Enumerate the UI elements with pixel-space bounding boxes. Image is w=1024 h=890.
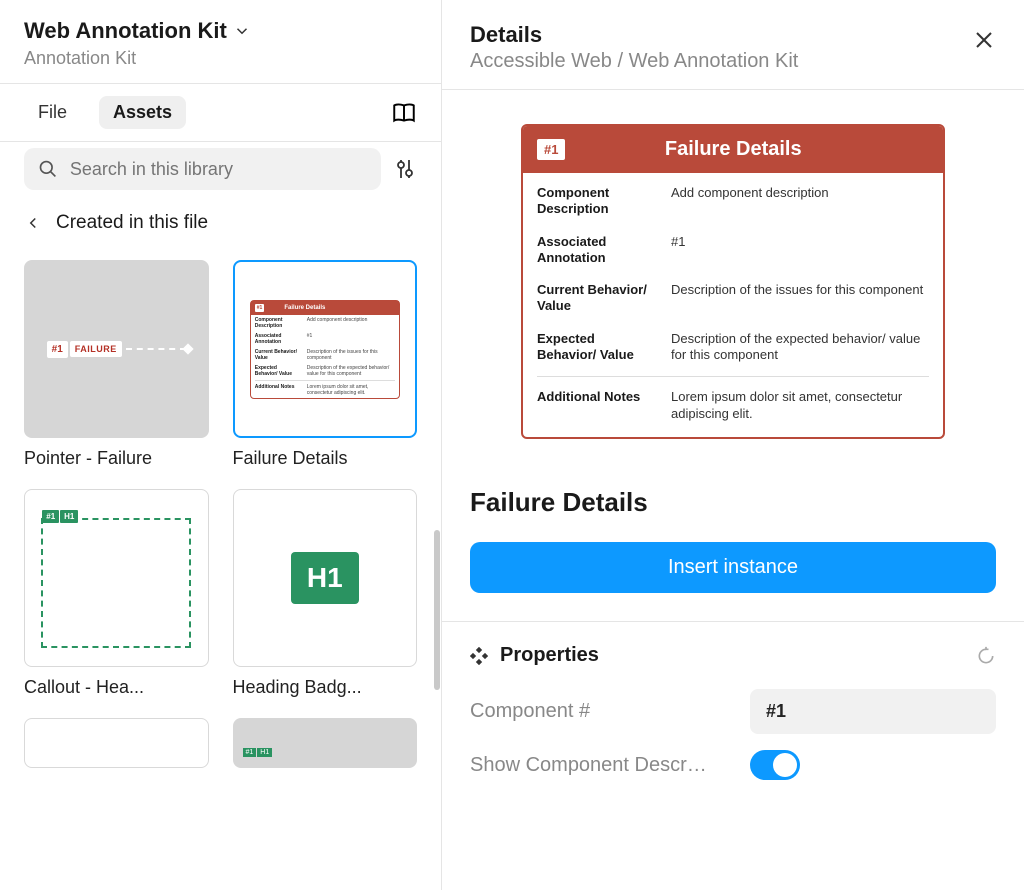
insert-instance-button[interactable]: Insert instance bbox=[470, 542, 996, 593]
prop-input-component-num[interactable] bbox=[750, 689, 996, 734]
breadcrumb: Accessible Web / Web Annotation Kit bbox=[470, 50, 960, 73]
asset-label: Callout - Hea... bbox=[24, 677, 209, 698]
filter-icon[interactable] bbox=[393, 157, 417, 181]
component-preview: #1 Failure Details Component Description… bbox=[442, 90, 1024, 469]
asset-thumbnail bbox=[24, 718, 209, 768]
tab-file[interactable]: File bbox=[24, 96, 81, 129]
asset-failure-details[interactable]: #1Failure Details Component DescriptionA… bbox=[233, 260, 418, 469]
search-input[interactable] bbox=[70, 159, 367, 180]
prop-toggle-show-desc[interactable] bbox=[750, 750, 800, 780]
search-icon bbox=[38, 158, 58, 180]
preview-badge-num: #1 bbox=[537, 139, 565, 160]
component-name: Failure Details bbox=[442, 469, 1024, 542]
properties-icon bbox=[470, 647, 488, 665]
section-back[interactable]: Created in this file bbox=[0, 198, 441, 242]
library-switcher[interactable]: Web Annotation Kit bbox=[24, 18, 417, 44]
library-title: Web Annotation Kit bbox=[24, 18, 227, 44]
prop-label-show-desc: Show Component Descr… bbox=[470, 754, 734, 777]
asset-label: Heading Badg... bbox=[233, 677, 418, 698]
section-title: Created in this file bbox=[56, 212, 208, 234]
properties-title: Properties bbox=[500, 644, 964, 667]
asset-thumbnail: #1 H1 bbox=[24, 489, 209, 667]
close-icon[interactable] bbox=[972, 28, 996, 52]
prop-label-component-num: Component # bbox=[470, 700, 734, 723]
chevron-left-icon bbox=[24, 214, 42, 232]
asset-callout-heading[interactable]: #1 H1 Callout - Hea... bbox=[24, 489, 209, 698]
asset-thumbnail: #1Failure Details Component DescriptionA… bbox=[233, 260, 418, 438]
library-book-icon[interactable] bbox=[391, 100, 417, 126]
chevron-down-icon bbox=[233, 22, 251, 40]
asset-peek-1[interactable] bbox=[24, 718, 209, 768]
asset-label: Failure Details bbox=[233, 448, 418, 469]
asset-peek-2[interactable]: #1 H1 bbox=[233, 718, 418, 768]
asset-thumbnail: #1 FAILURE bbox=[24, 260, 209, 438]
search-box[interactable] bbox=[24, 148, 381, 190]
asset-thumbnail: H1 bbox=[233, 489, 418, 667]
asset-label: Pointer - Failure bbox=[24, 448, 209, 469]
reset-icon[interactable] bbox=[976, 646, 996, 666]
scrollbar[interactable] bbox=[434, 530, 440, 690]
details-title: Details bbox=[470, 22, 960, 48]
preview-title: Failure Details bbox=[565, 138, 901, 161]
library-subtitle: Annotation Kit bbox=[24, 48, 417, 69]
asset-heading-badge[interactable]: H1 Heading Badg... bbox=[233, 489, 418, 698]
asset-thumbnail: #1 H1 bbox=[233, 718, 418, 768]
asset-pointer-failure[interactable]: #1 FAILURE Pointer - Failure bbox=[24, 260, 209, 469]
tab-assets[interactable]: Assets bbox=[99, 96, 186, 129]
